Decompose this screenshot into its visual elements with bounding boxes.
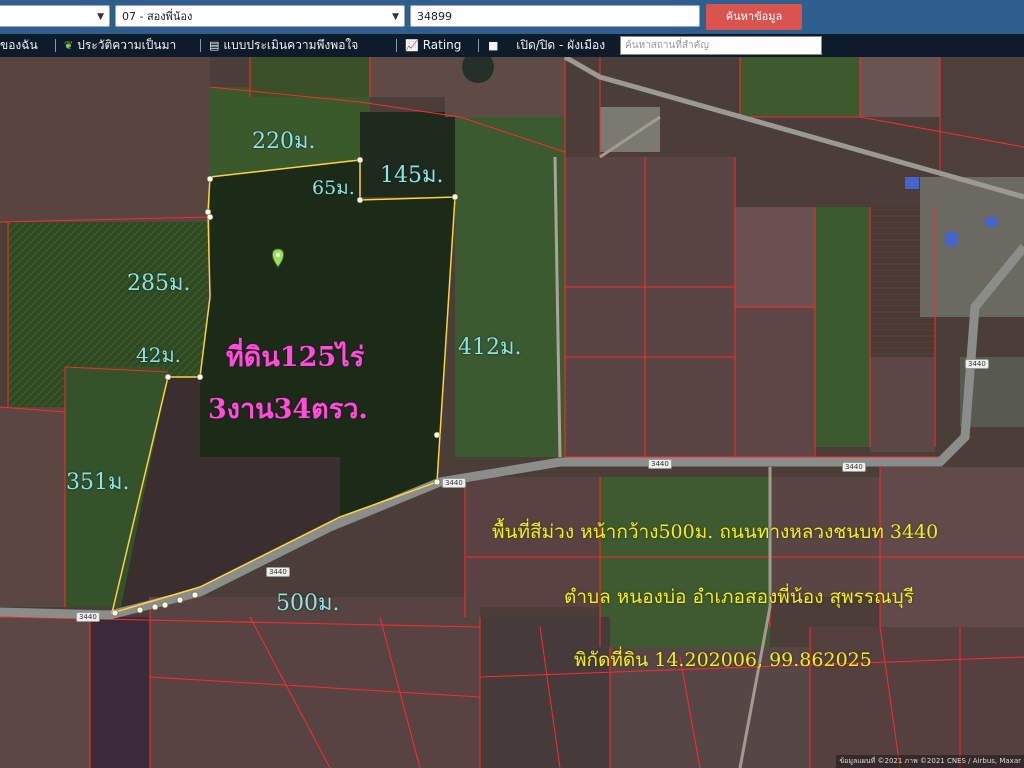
search-button[interactable]: ค้นหาข้อมูล: [706, 4, 802, 30]
menu-item-mine-label: ของฉัน: [0, 38, 38, 52]
menu-divider: [55, 39, 56, 52]
dimension-label-285m: 285ม.: [127, 271, 191, 296]
info-line-location: ตำบล หนองบ่อ อำเภอสองพี่น้อง สุพรรณบุรี: [564, 586, 914, 608]
satellite-map[interactable]: 3440 3440 3440 3440 3440 3440 220ม. 65ม.…: [0, 57, 1024, 768]
parcel-number-value: 34899: [417, 10, 452, 23]
dimension-label-65m: 65ม.: [312, 177, 355, 199]
info-line-coordinates: พิกัดที่ดิน 14.202006, 99.862025: [574, 649, 872, 671]
dimension-label-42m: 42ม.: [136, 343, 181, 367]
sprout-icon: ❦: [64, 39, 74, 52]
checkbox-icon: ■: [488, 39, 499, 52]
map-attribution: ข้อมูลแผนที่ ©2021 ภาพ ©2021 CNES / Airb…: [836, 755, 1024, 768]
road-number-badge: 3440: [266, 567, 290, 577]
menu-item-survey-label: แบบประเมินความพึงพอใจ: [223, 38, 359, 52]
area-label-ngan-wa: 3งาน34ตรว.: [208, 394, 368, 425]
menu-item-rating[interactable]: 📈 Rating: [405, 34, 461, 57]
province-select[interactable]: ▼: [0, 5, 110, 27]
menu-item-history[interactable]: ❦ ประวัติความเป็นมา: [64, 34, 176, 57]
dimension-label-500m: 500ม.: [276, 591, 340, 616]
area-label-rai: ที่ดิน125ไร่: [226, 342, 365, 373]
menu-divider: [200, 39, 201, 52]
document-icon: ▤: [209, 39, 220, 52]
menu-item-rating-label: Rating: [422, 38, 462, 52]
info-line-frontage: พื้นที่สีม่วง หน้ากว้าง500ม. ถนนทางหลวงช…: [492, 521, 939, 543]
menu-divider: [478, 39, 479, 52]
dimension-label-412m: 412ม.: [458, 335, 522, 360]
road-number-badge: 3440: [76, 612, 100, 622]
dimension-label-220m: 220ม.: [252, 129, 316, 154]
parcel-number-input[interactable]: 34899: [410, 5, 700, 27]
district-select-value: 07 - สองพี่น้อง: [122, 10, 193, 23]
menu-item-zoning-label: เปิด/ปิด - ผังเมือง: [516, 38, 606, 52]
district-select[interactable]: 07 - สองพี่น้อง ▼: [115, 5, 405, 27]
road-number-badge: 3440: [648, 459, 672, 469]
menu-item-survey[interactable]: ▤ แบบประเมินความพึงพอใจ: [209, 34, 358, 57]
place-search-input[interactable]: ค้นหาสถานที่สำคัญ: [620, 36, 822, 55]
menu-item-history-label: ประวัติความเป็นมา: [77, 38, 177, 52]
dimension-label-351m: 351ม.: [66, 470, 130, 495]
menu-divider: [396, 39, 397, 52]
chevron-down-icon: ▼: [392, 12, 399, 22]
road-number-badge: 3440: [842, 462, 866, 472]
menu-item-mine[interactable]: ของฉัน: [0, 34, 38, 57]
menu-item-zoning-toggle[interactable]: ■ เปิด/ปิด - ผังเมือง: [488, 34, 605, 57]
road-number-badge: 3440: [442, 478, 466, 488]
chevron-down-icon: ▼: [97, 12, 104, 22]
road-number-badge: 3440: [965, 359, 989, 369]
chart-icon: 📈: [405, 39, 419, 52]
menu-bar: ของฉัน ❦ ประวัติความเป็นมา ▤ แบบประเมินควา…: [0, 34, 1024, 57]
dimension-label-145m: 145ม.: [380, 163, 444, 188]
search-bar: ▼ 07 - สองพี่น้อง ▼ 34899 ค้นหาข้อมูล: [0, 0, 1024, 34]
